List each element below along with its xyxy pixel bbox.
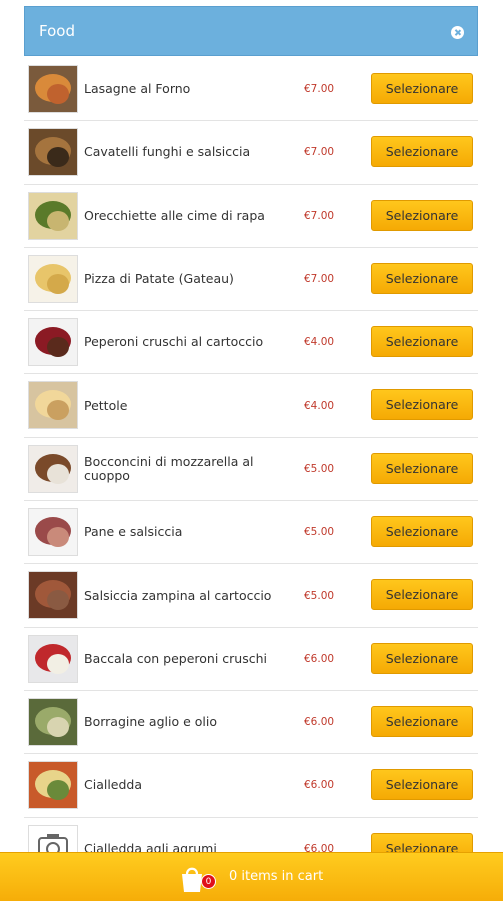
food-thumbnail [28, 571, 78, 620]
list-item: Cialledda €6.00 Selezionare [24, 754, 478, 818]
select-button[interactable]: Selezionare [371, 199, 473, 231]
food-thumbnail [28, 761, 78, 810]
food-thumbnail [28, 634, 78, 683]
select-button[interactable]: Selezionare [371, 389, 473, 421]
list-item: Orecchiette alle cime di rapa €7.00 Selezi… [24, 185, 478, 248]
food-name: Pane e salsiccia [84, 524, 183, 540]
food-price: €6.00 [304, 652, 335, 665]
select-button[interactable]: Selezionare [371, 73, 473, 104]
food-name: Cavatelli funghi e salsiccia [84, 144, 251, 160]
food-price: €6.00 [304, 779, 335, 792]
list-item: Borragine aglio e olio €6.00 Selezionare [24, 691, 478, 755]
select-button[interactable]: Selezionare [371, 516, 473, 548]
food-name: Pettole [84, 397, 128, 413]
food-thumbnail [28, 65, 78, 113]
list-item: Salsiccia zampina al cartoccio €5.00 Selez… [24, 564, 478, 628]
select-button[interactable]: Selezionare [371, 452, 473, 484]
food-price: €7.00 [304, 209, 335, 222]
select-button[interactable]: Selezionare [371, 326, 473, 358]
food-thumbnail [28, 444, 78, 493]
list-item: Lasagne al Forno €7.00 Selezionare [24, 58, 478, 122]
food-name: Pizza di Patate (Gateau) [84, 271, 234, 287]
food-thumbnail [28, 254, 78, 303]
food-list: Lasagne al Forno €7.00 Selezionare Cavatell… [24, 58, 478, 881]
food-price: €6.00 [304, 716, 335, 729]
food-name: Salsiccia zampina al cartoccio [84, 587, 272, 603]
cart-summary-text[interactable]: 0 items in cart [229, 869, 323, 884]
food-thumbnail [28, 381, 78, 430]
select-button[interactable]: Selezionare [371, 136, 473, 168]
select-button[interactable]: Selezionare [371, 705, 473, 737]
select-button[interactable]: Selezionare [371, 769, 473, 801]
food-price: €4.00 [304, 336, 335, 349]
food-panel: Food Lasagne al Forno €7.00 Selezionare Cav… [24, 6, 478, 900]
food-name: Bocconcini di mozzarella al cuoppo [84, 453, 254, 483]
food-name: Peperoni cruschi al cartoccio [84, 334, 264, 350]
list-item: Baccala con peperoni cruschi €6.00 Selezio… [24, 628, 478, 691]
list-item: Pettole €4.00 Selezionare [24, 374, 478, 438]
list-item: Peperoni cruschi al cartoccio €4.00 Selezi… [24, 311, 478, 375]
food-price: €7.00 [304, 146, 335, 159]
panel-header: Food [24, 6, 478, 56]
food-price: €7.00 [304, 83, 335, 96]
cart-count-badge: 0 [201, 874, 216, 889]
panel-title: Food [39, 22, 75, 40]
food-price: €5.00 [304, 462, 335, 475]
food-thumbnail [28, 697, 78, 746]
food-name: Borragine aglio e olio [84, 714, 218, 730]
food-thumbnail [28, 508, 78, 557]
select-button[interactable]: Selezionare [371, 579, 473, 611]
food-name: Orecchiette alle cime di rapa [84, 207, 265, 223]
food-thumbnail [28, 318, 78, 367]
food-name: Cialledda [84, 777, 143, 793]
close-icon[interactable] [451, 26, 464, 39]
food-name: Baccala con peperoni cruschi [84, 650, 268, 666]
select-button[interactable]: Selezionare [371, 642, 473, 674]
food-thumbnail [28, 191, 78, 240]
food-name: Lasagne al Forno [84, 81, 191, 97]
list-item: Pizza di Patate (Gateau) €7.00 Selezionare [24, 248, 478, 312]
select-button[interactable]: Selezionare [371, 262, 473, 294]
food-price: €7.00 [304, 273, 335, 286]
food-price: €5.00 [304, 526, 335, 539]
list-item: Pane e salsiccia €5.00 Selezionare [24, 501, 478, 565]
list-item: Cavatelli funghi e salsiccia €7.00 Selezio… [24, 121, 478, 185]
list-item: Bocconcini di mozzarella al cuoppo €5.00 S… [24, 438, 478, 502]
cart-bar[interactable]: 0 0 items in cart [0, 852, 503, 901]
food-price: €5.00 [304, 589, 335, 602]
food-price: €4.00 [304, 399, 335, 412]
food-thumbnail [28, 128, 78, 177]
